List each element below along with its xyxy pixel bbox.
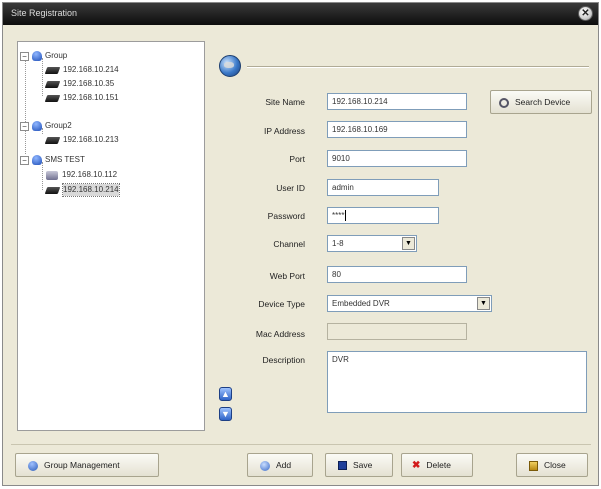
collapse-icon[interactable]: − [20, 155, 29, 165]
password-input[interactable]: **** [327, 207, 439, 224]
dvr-icon [44, 94, 61, 102]
add-label: Add [276, 460, 292, 470]
search-icon [499, 97, 509, 108]
channel-label: Channel [273, 239, 305, 249]
chevron-down-icon[interactable]: ▼ [402, 237, 415, 250]
move-up-icon[interactable]: ▲ [219, 387, 232, 401]
port-input[interactable]: 9010 [327, 150, 467, 167]
dvr-icon [44, 186, 61, 194]
group-management-button[interactable]: Group Management [15, 453, 159, 477]
tree-device-node[interactable]: 192.168.10.214 [44, 64, 119, 76]
site-tree[interactable]: − Group 192.168.10.214 192.168.10.35 192.… [17, 41, 205, 431]
ip-address-label: IP Address [264, 126, 305, 136]
tree-device-node[interactable]: 192.168.10.151 [44, 92, 119, 104]
move-down-icon[interactable]: ▼ [219, 407, 232, 421]
delete-icon: ✖ [412, 459, 421, 471]
save-icon [338, 461, 347, 471]
channel-select[interactable]: 1-8 ▼ [327, 235, 417, 252]
window-title: Site Registration [11, 8, 78, 18]
mac-address-input [327, 323, 467, 340]
device-type-label: Device Type [258, 299, 305, 309]
tree-device-label: 192.168.10.213 [63, 135, 119, 144]
tree-guide-line [42, 162, 43, 190]
ip-address-input[interactable]: 192.168.10.169 [327, 121, 467, 138]
tree-group-label: SMS TEST [45, 155, 85, 164]
device-type-select[interactable]: Embedded DVR ▼ [327, 295, 492, 312]
tree-device-node-selected[interactable]: 192.168.10.214 [44, 183, 120, 197]
site-registration-window: Site Registration ✕ − Group 192.168.10.21… [2, 2, 599, 486]
add-icon [260, 460, 270, 471]
group-icon [32, 121, 42, 131]
tree-guide-line [42, 58, 43, 96]
tree-device-label: 192.168.10.151 [63, 93, 119, 102]
tree-device-label: 192.168.10.112 [62, 170, 118, 179]
search-device-label: Search Device [515, 97, 571, 107]
web-port-input[interactable]: 80 [327, 266, 467, 283]
group-icon [32, 155, 42, 165]
group-icon [32, 51, 42, 61]
close-icon [529, 460, 538, 471]
tree-group-node[interactable]: − Group2 [20, 120, 72, 132]
tree-device-label: 192.168.10.214 [63, 65, 119, 74]
text-caret [345, 210, 347, 222]
user-id-input[interactable]: admin [327, 179, 439, 196]
user-id-label: User ID [276, 183, 305, 193]
web-port-label: Web Port [269, 271, 305, 281]
chevron-down-icon[interactable]: ▼ [477, 297, 490, 310]
globe-icon [219, 55, 241, 77]
close-button[interactable]: Close [516, 453, 588, 477]
tree-group-node[interactable]: − SMS TEST [20, 154, 85, 166]
device-type-selected-value: Embedded DVR [332, 299, 390, 308]
tree-device-node[interactable]: 192.168.10.213 [44, 134, 119, 146]
search-device-button[interactable]: Search Device [490, 90, 592, 114]
dvr-icon [44, 136, 61, 144]
close-label: Close [544, 460, 566, 470]
dvr-icon [44, 66, 61, 74]
tree-guide-line [25, 56, 26, 154]
description-textarea[interactable]: DVR [327, 351, 587, 413]
tree-device-label: 192.168.10.214 [62, 183, 120, 197]
description-label: Description [262, 355, 305, 365]
delete-button[interactable]: ✖ Delete [401, 453, 473, 477]
mac-address-label: Mac Address [255, 329, 305, 339]
save-label: Save [353, 460, 373, 470]
header-divider [247, 66, 589, 68]
site-name-label: Site Name [265, 97, 305, 107]
window-close-icon[interactable]: ✕ [578, 6, 593, 21]
site-name-input[interactable]: 192.168.10.214 [327, 93, 467, 110]
tree-device-node[interactable]: 192.168.10.112 [46, 169, 117, 181]
tree-group-label: Group2 [45, 121, 72, 130]
tree-group-node[interactable]: − Group [20, 50, 67, 62]
add-button[interactable]: Add [247, 453, 313, 477]
group-icon [28, 460, 38, 471]
group-management-label: Group Management [44, 460, 120, 470]
title-bar[interactable]: Site Registration ✕ [3, 3, 598, 25]
collapse-icon[interactable]: − [20, 51, 29, 61]
delete-label: Delete [426, 460, 451, 470]
save-button[interactable]: Save [325, 453, 393, 477]
password-mask: **** [332, 211, 345, 220]
tree-device-label: 192.168.10.35 [63, 79, 115, 88]
port-label: Port [289, 154, 305, 164]
dvr-icon [44, 80, 61, 88]
password-label: Password [267, 211, 305, 221]
channel-selected-value: 1-8 [332, 239, 344, 248]
tree-device-node[interactable]: 192.168.10.35 [44, 78, 115, 90]
camera-icon [46, 170, 58, 180]
tree-group-label: Group [45, 51, 68, 60]
collapse-icon[interactable]: − [20, 121, 29, 131]
